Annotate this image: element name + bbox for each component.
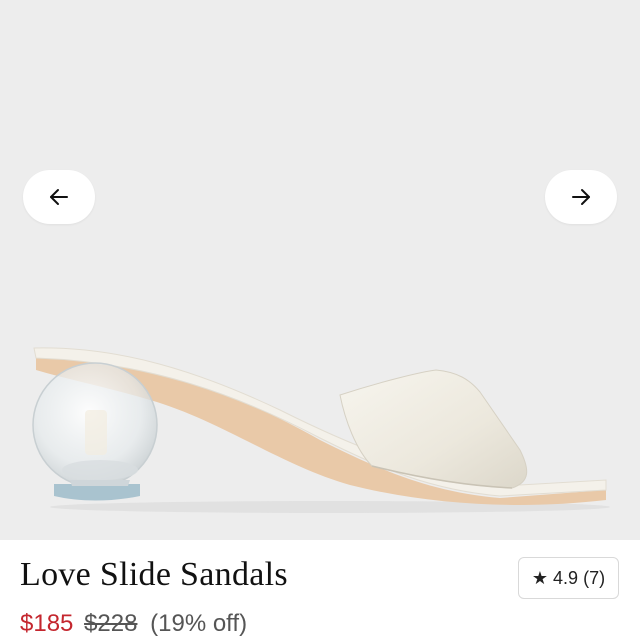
discount-label: (19% off) xyxy=(150,610,248,637)
rating-value: 4.9 xyxy=(553,567,579,588)
original-price: $228 xyxy=(84,610,138,637)
price-row: $185 $228 (19% off) xyxy=(20,610,247,638)
arrow-right-icon xyxy=(572,189,590,205)
star-icon: ★ xyxy=(531,567,549,588)
sandal-product-image xyxy=(32,347,610,513)
previous-image-button[interactable] xyxy=(23,170,95,224)
rating-badge[interactable]: ★ 4.9 (7) xyxy=(518,557,619,599)
next-image-button[interactable] xyxy=(545,170,617,224)
product-title: Love Slide Sandals xyxy=(20,556,288,593)
product-image-gallery[interactable] xyxy=(0,0,640,540)
review-count: (7) xyxy=(583,567,606,588)
current-price: $185 xyxy=(20,610,74,637)
product-info-panel: Love Slide Sandals ★ 4.9 (7) $185 $228 (… xyxy=(0,540,640,640)
arrow-left-icon xyxy=(50,189,68,205)
